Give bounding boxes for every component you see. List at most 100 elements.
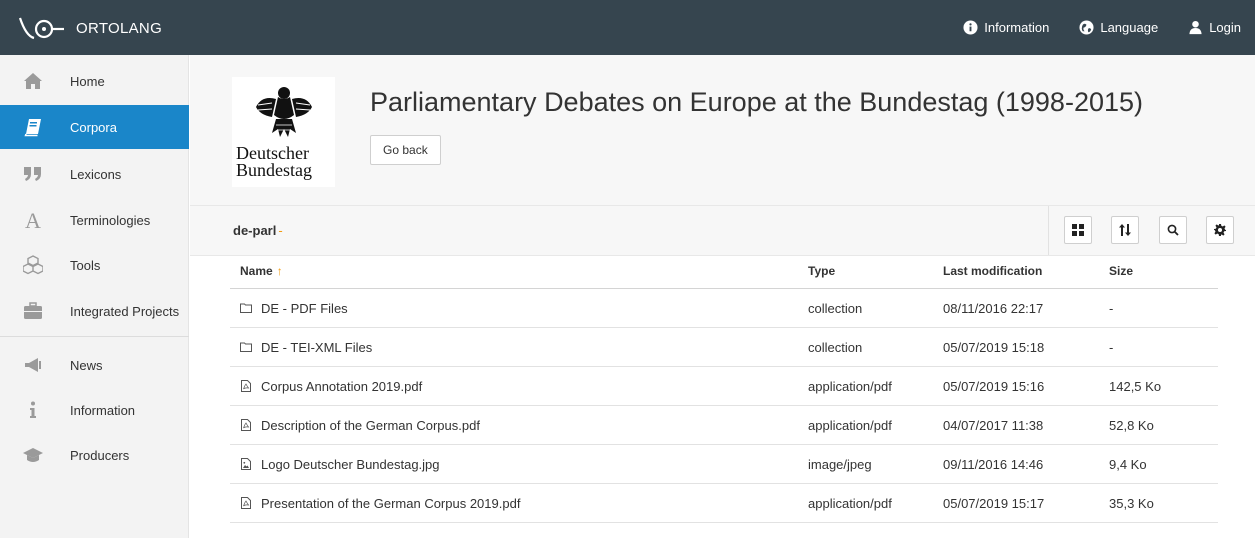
file-type: collection	[808, 301, 863, 316]
cubes-icon	[22, 254, 44, 276]
file-name[interactable]: Corpus Annotation 2019.pdf	[261, 379, 422, 394]
column-header-size[interactable]: Size	[1109, 256, 1133, 289]
nav-language-label: Language	[1100, 20, 1159, 35]
sidebar-item-label: Integrated Projects	[70, 303, 180, 319]
sort-icon	[1119, 224, 1131, 236]
globe-icon	[1079, 20, 1094, 35]
sidebar-item-label: News	[70, 357, 103, 373]
nav-information[interactable]: Information	[963, 20, 1049, 35]
table-row[interactable]: Corpus Annotation 2019.pdf application/p…	[230, 367, 1218, 406]
sidebar-divider	[0, 336, 189, 337]
table-row[interactable]: DE - PDF Files collection 08/11/2016 22:…	[230, 289, 1218, 328]
info-icon	[22, 399, 44, 421]
file-type: image/jpeg	[808, 457, 872, 472]
app-name: ORTOLANG	[76, 19, 163, 37]
logo-wordmark: Deutscher Bundestag	[236, 143, 312, 180]
folder-icon	[240, 342, 252, 352]
workspace-logo: Deutscher Bundestag	[232, 77, 335, 187]
image-file-icon	[241, 458, 251, 470]
brand[interactable]: ORTOLANG	[18, 14, 162, 42]
table-row[interactable]: DE - TEI-XML Files collection 05/07/2019…	[230, 328, 1218, 367]
nav-language[interactable]: Language	[1079, 20, 1158, 35]
file-name[interactable]: DE - PDF Files	[261, 301, 348, 316]
home-icon	[22, 70, 44, 92]
grid-view-button[interactable]	[1064, 216, 1092, 244]
eagle-logo-icon	[256, 87, 312, 137]
breadcrumb: de-parl -	[233, 223, 283, 238]
search-button[interactable]	[1159, 216, 1187, 244]
file-size: 9,4 Ko	[1109, 457, 1147, 472]
sidebar-item-label: Corpora	[70, 119, 117, 135]
file-size: -	[1109, 301, 1114, 316]
table-header: Name ↑ Type Last modification Size	[230, 256, 1218, 289]
table-row[interactable]: Logo Deutscher Bundestag.jpg image/jpeg …	[230, 445, 1218, 484]
table-row[interactable]: Description of the German Corpus.pdf app…	[230, 406, 1218, 445]
breadcrumb-separator: -	[278, 223, 283, 238]
settings-button[interactable]	[1206, 216, 1234, 244]
folder-icon	[240, 303, 252, 313]
file-modified: 05/07/2019 15:16	[943, 379, 1045, 394]
sidebar-item-label: Tools	[70, 257, 101, 273]
browser-toolbar: de-parl -	[190, 205, 1255, 256]
top-navbar: ORTOLANG Information Language Login	[0, 0, 1255, 55]
letter-a-icon: A	[22, 209, 44, 231]
file-modified: 04/07/2017 11:38	[943, 418, 1044, 433]
page-title: Parliamentary Debates on Europe at the B…	[370, 87, 1143, 117]
sidebar-item-label: Information	[70, 402, 136, 418]
column-header-name[interactable]: Name ↑	[240, 256, 283, 289]
megaphone-icon	[22, 354, 44, 376]
sidebar-item-tools[interactable]: Tools	[0, 243, 189, 287]
file-size: 52,8 Ko	[1109, 418, 1154, 433]
column-header-type[interactable]: Type	[808, 256, 835, 289]
toolbar-actions	[1048, 206, 1255, 255]
column-header-modified[interactable]: Last modification	[943, 256, 1042, 289]
sidebar-item-home[interactable]: Home	[0, 59, 189, 103]
file-name[interactable]: DE - TEI-XML Files	[261, 340, 372, 355]
sort-button[interactable]	[1111, 216, 1139, 244]
nav-login-label: Login	[1209, 20, 1241, 35]
file-type: collection	[808, 340, 863, 355]
ortolang-logo-icon	[18, 17, 64, 40]
workspace-header: Deutscher Bundestag Parliamentary Debate…	[190, 55, 1255, 205]
file-modified: 05/07/2019 15:18	[943, 340, 1045, 355]
user-icon	[1189, 20, 1202, 35]
file-type: application/pdf	[808, 496, 892, 511]
pdf-file-icon	[241, 419, 251, 431]
nav-login[interactable]: Login	[1188, 20, 1241, 35]
gear-icon	[1214, 224, 1226, 236]
book-icon	[22, 116, 44, 138]
sidebar-item-terminologies[interactable]: A Terminologies	[0, 198, 189, 242]
table-row[interactable]: Presentation of the German Corpus 2019.p…	[230, 484, 1218, 523]
svg-text:A: A	[25, 210, 41, 230]
file-size: 35,3 Ko	[1109, 496, 1154, 511]
top-nav: Information Language Login	[963, 0, 1255, 55]
sidebar-item-lexicons[interactable]: Lexicons	[0, 152, 189, 196]
file-size: 142,5 Ko	[1109, 379, 1162, 394]
sidebar-item-label: Lexicons	[70, 166, 122, 182]
sidebar-item-corpora[interactable]: Corpora	[0, 105, 189, 149]
file-type: application/pdf	[808, 418, 892, 433]
sidebar-item-producers[interactable]: Producers	[0, 433, 189, 477]
grid-view-icon	[1072, 224, 1084, 236]
file-modified: 08/11/2016 22:17	[943, 301, 1044, 316]
sidebar-item-news[interactable]: News	[0, 343, 189, 387]
file-name[interactable]: Presentation of the German Corpus 2019.p…	[261, 496, 520, 511]
info-circle-icon	[963, 20, 978, 35]
sidebar-item-label: Home	[70, 73, 105, 89]
briefcase-icon	[22, 300, 44, 322]
sidebar-item-integrated-projects[interactable]: Integrated Projects	[0, 289, 189, 333]
sidebar: Home Corpora Lexicons A Terminologies To…	[0, 55, 189, 538]
file-name[interactable]: Description of the German Corpus.pdf	[261, 418, 480, 433]
nav-information-label: Information	[984, 20, 1050, 35]
breadcrumb-root[interactable]: de-parl	[233, 223, 276, 238]
pdf-file-icon	[241, 380, 251, 392]
sort-asc-icon: ↑	[276, 264, 283, 278]
sidebar-item-label: Producers	[70, 447, 130, 463]
sidebar-item-information[interactable]: Information	[0, 388, 189, 432]
search-icon	[1167, 224, 1179, 236]
file-name[interactable]: Logo Deutscher Bundestag.jpg	[261, 457, 440, 472]
go-back-button[interactable]: Go back	[370, 135, 441, 165]
graduation-cap-icon	[22, 444, 44, 466]
file-modified: 05/07/2019 15:17	[943, 496, 1045, 511]
quote-icon	[22, 163, 44, 185]
